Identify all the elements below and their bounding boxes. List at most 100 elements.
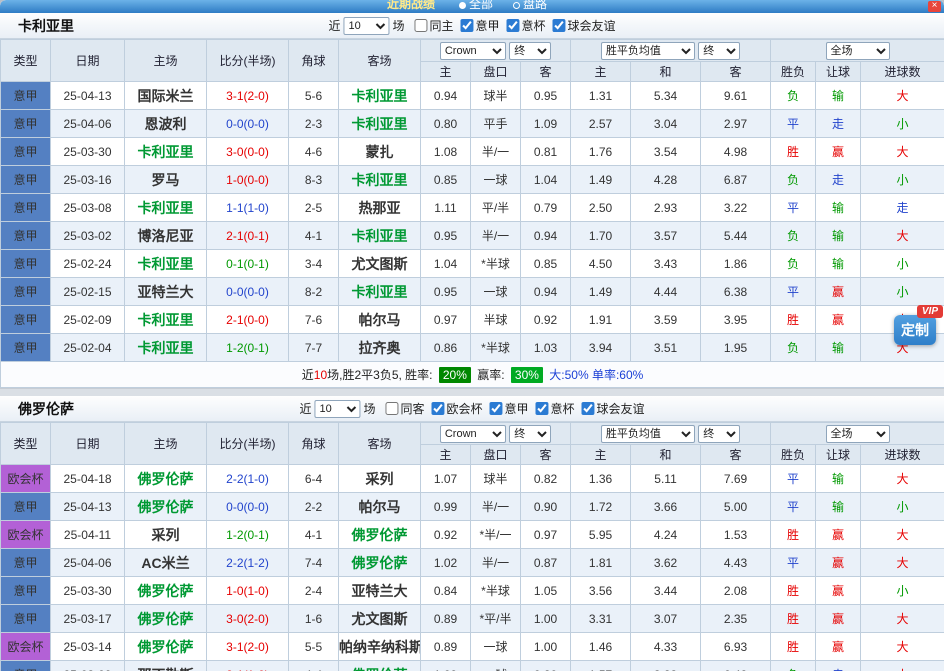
- league-type-cell: 意甲: [1, 661, 51, 671]
- away-team-cell[interactable]: 卡利亚里: [339, 110, 421, 138]
- odds-final-select[interactable]: 终: [509, 42, 551, 60]
- vip-badge[interactable]: VIP: [917, 305, 943, 318]
- goals-result-cell: 小: [861, 110, 944, 138]
- home-team-cell[interactable]: 那不勒斯: [125, 661, 207, 671]
- odds-away-cell: 0.85: [521, 250, 571, 278]
- checkbox-input[interactable]: [536, 402, 549, 415]
- filter-checkbox-球会友谊[interactable]: 球会友谊: [582, 400, 645, 417]
- home-team-cell[interactable]: 采列: [125, 521, 207, 549]
- odds-home-cell: 0.95: [421, 278, 471, 306]
- avg-final-select[interactable]: 终: [698, 425, 740, 443]
- home-team-cell[interactable]: 佛罗伦萨: [125, 605, 207, 633]
- home-team-cell[interactable]: 卡利亚里: [125, 334, 207, 362]
- away-team-cell[interactable]: 拉齐奥: [339, 334, 421, 362]
- goals-result-cell: 大: [861, 633, 944, 661]
- result-cell: 负: [771, 661, 816, 671]
- filter-checkbox-意杯[interactable]: 意杯: [536, 400, 575, 417]
- odds-handicap-cell: *半球: [471, 334, 521, 362]
- home-team-cell[interactable]: 卡利亚里: [125, 138, 207, 166]
- avg-final-select[interactable]: 终: [698, 42, 740, 60]
- checkbox-input[interactable]: [490, 402, 503, 415]
- score-cell: 3-1(2-0): [207, 82, 289, 110]
- home-team-cell[interactable]: 佛罗伦萨: [125, 577, 207, 605]
- away-team-cell[interactable]: 卡利亚里: [339, 82, 421, 110]
- team-name: 卡利亚里: [18, 16, 74, 36]
- tab-handicap-road[interactable]: 盘路: [513, 0, 547, 11]
- home-team-cell[interactable]: 佛罗伦萨: [125, 493, 207, 521]
- match-row: 意甲25-03-08卡利亚里1-1(1-0)2-5热那亚1.11平/半0.792…: [1, 194, 944, 222]
- away-team-cell[interactable]: 佛罗伦萨: [339, 549, 421, 577]
- avg-odds-select[interactable]: 胜平负均值: [601, 425, 695, 443]
- away-team-cell[interactable]: 卡利亚里: [339, 222, 421, 250]
- checkbox-input[interactable]: [385, 402, 398, 415]
- away-team-cell[interactable]: 热那亚: [339, 194, 421, 222]
- result-cell: 胜: [771, 306, 816, 334]
- home-team-cell[interactable]: 博洛尼亚: [125, 222, 207, 250]
- away-team-cell[interactable]: 帕尔马: [339, 493, 421, 521]
- filter-checkbox-意甲[interactable]: 意甲: [490, 400, 529, 417]
- checkbox-input[interactable]: [461, 19, 474, 32]
- avg-home-cell: 1.31: [571, 82, 631, 110]
- away-team-cell[interactable]: 尤文图斯: [339, 250, 421, 278]
- odds-handicap-cell: 一球: [471, 166, 521, 194]
- home-team-cell[interactable]: 罗马: [125, 166, 207, 194]
- handicap-result-cell: 走: [816, 166, 861, 194]
- avg-draw-cell: 3.54: [631, 138, 701, 166]
- col-avg-draw: 和: [631, 62, 701, 82]
- away-team-cell[interactable]: 佛罗伦萨: [339, 521, 421, 549]
- league-type-cell: 欧会杯: [1, 521, 51, 549]
- home-team-cell[interactable]: 佛罗伦萨: [125, 633, 207, 661]
- home-team-cell[interactable]: 卡利亚里: [125, 194, 207, 222]
- scope-group-header: 全场: [771, 423, 944, 445]
- away-team-cell[interactable]: 采列: [339, 465, 421, 493]
- home-team-cell[interactable]: 亚特兰大: [125, 278, 207, 306]
- checkbox-input[interactable]: [582, 402, 595, 415]
- away-team-cell[interactable]: 亚特兰大: [339, 577, 421, 605]
- away-team-cell[interactable]: 蒙扎: [339, 138, 421, 166]
- avg-draw-cell: 4.44: [631, 278, 701, 306]
- checkbox-input[interactable]: [553, 19, 566, 32]
- avg-odds-select[interactable]: 胜平负均值: [601, 42, 695, 60]
- odds-final-select[interactable]: 终: [509, 425, 551, 443]
- tab-road-label: 盘路: [523, 0, 547, 11]
- home-team-cell[interactable]: 卡利亚里: [125, 306, 207, 334]
- customize-button[interactable]: 定制: [894, 315, 936, 345]
- scope-select[interactable]: 全场: [826, 42, 890, 60]
- league-type-cell: 欧会杯: [1, 633, 51, 661]
- away-team-cell[interactable]: 帕尔马: [339, 306, 421, 334]
- filter-checkbox-意杯[interactable]: 意杯: [507, 17, 546, 34]
- col-home: 主场: [125, 423, 207, 465]
- odds-away-cell: 0.80: [521, 661, 571, 671]
- close-icon[interactable]: ×: [928, 1, 941, 12]
- odds-source-select[interactable]: Crown: [440, 425, 506, 443]
- filter-checkbox-同客[interactable]: 同客: [385, 400, 424, 417]
- away-team-cell[interactable]: 尤文图斯: [339, 605, 421, 633]
- home-team-cell[interactable]: 佛罗伦萨: [125, 465, 207, 493]
- league-type-cell: 意甲: [1, 82, 51, 110]
- checkbox-label: 意杯: [551, 400, 575, 417]
- checkbox-input[interactable]: [507, 19, 520, 32]
- home-team-cell[interactable]: 国际米兰: [125, 82, 207, 110]
- odds-handicap-cell: 球半: [471, 465, 521, 493]
- filter-checkbox-欧会杯[interactable]: 欧会杯: [431, 400, 482, 417]
- home-team-cell[interactable]: AC米兰: [125, 549, 207, 577]
- tab-all[interactable]: 全部: [459, 0, 493, 11]
- checkbox-input[interactable]: [431, 402, 444, 415]
- away-team-cell[interactable]: 卡利亚里: [339, 278, 421, 306]
- filter-checkbox-同主[interactable]: 同主: [414, 17, 453, 34]
- away-team-cell[interactable]: 卡利亚里: [339, 166, 421, 194]
- scope-select[interactable]: 全场: [826, 425, 890, 443]
- avg-draw-cell: 3.43: [631, 250, 701, 278]
- recent-count-select[interactable]: 10: [343, 17, 389, 35]
- away-team-cell[interactable]: 佛罗伦萨: [339, 661, 421, 671]
- odds-handicap-cell: 一球: [471, 661, 521, 671]
- filter-checkbox-球会友谊[interactable]: 球会友谊: [553, 17, 616, 34]
- odds-source-select[interactable]: Crown: [440, 42, 506, 60]
- recent-count-select[interactable]: 10: [314, 400, 360, 418]
- match-row: 欧会杯25-03-14佛罗伦萨3-1(2-0)5-5帕纳辛纳科斯10.89一球1…: [1, 633, 944, 661]
- away-team-cell[interactable]: 帕纳辛纳科斯1: [339, 633, 421, 661]
- home-team-cell[interactable]: 卡利亚里: [125, 250, 207, 278]
- home-team-cell[interactable]: 恩波利: [125, 110, 207, 138]
- checkbox-input[interactable]: [414, 19, 427, 32]
- filter-checkbox-意甲[interactable]: 意甲: [461, 17, 500, 34]
